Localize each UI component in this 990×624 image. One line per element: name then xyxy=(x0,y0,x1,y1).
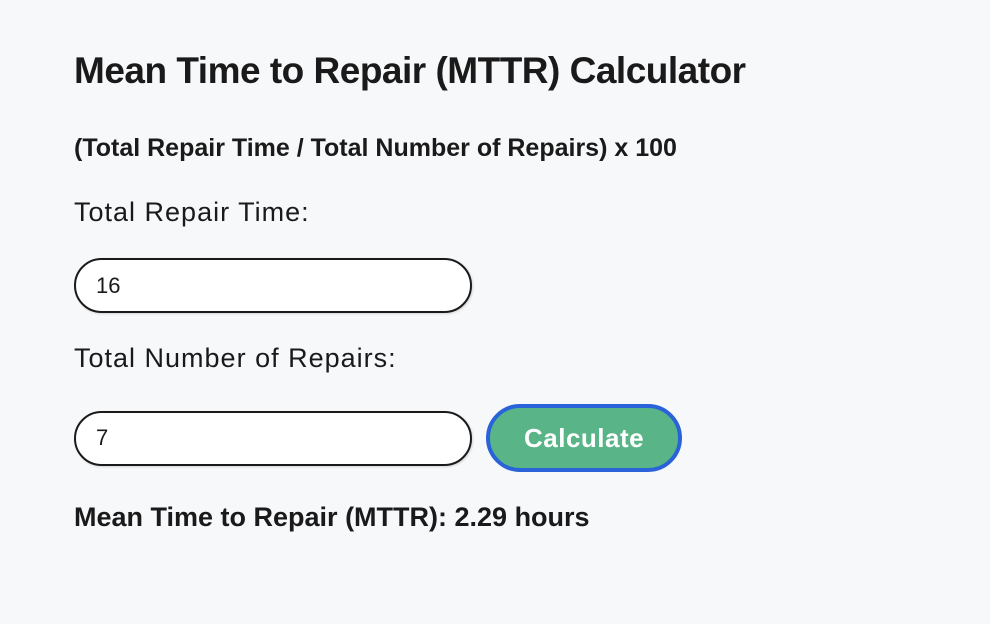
repair-time-label: Total Repair Time: xyxy=(74,197,916,228)
repair-time-input[interactable] xyxy=(74,258,472,313)
page-title: Mean Time to Repair (MTTR) Calculator xyxy=(74,50,916,92)
result-output: Mean Time to Repair (MTTR): 2.29 hours xyxy=(74,502,916,533)
num-repairs-input[interactable] xyxy=(74,411,472,466)
calculate-button[interactable]: Calculate xyxy=(486,404,682,472)
formula-text: (Total Repair Time / Total Number of Rep… xyxy=(74,134,916,163)
num-repairs-label: Total Number of Repairs: xyxy=(74,343,916,374)
